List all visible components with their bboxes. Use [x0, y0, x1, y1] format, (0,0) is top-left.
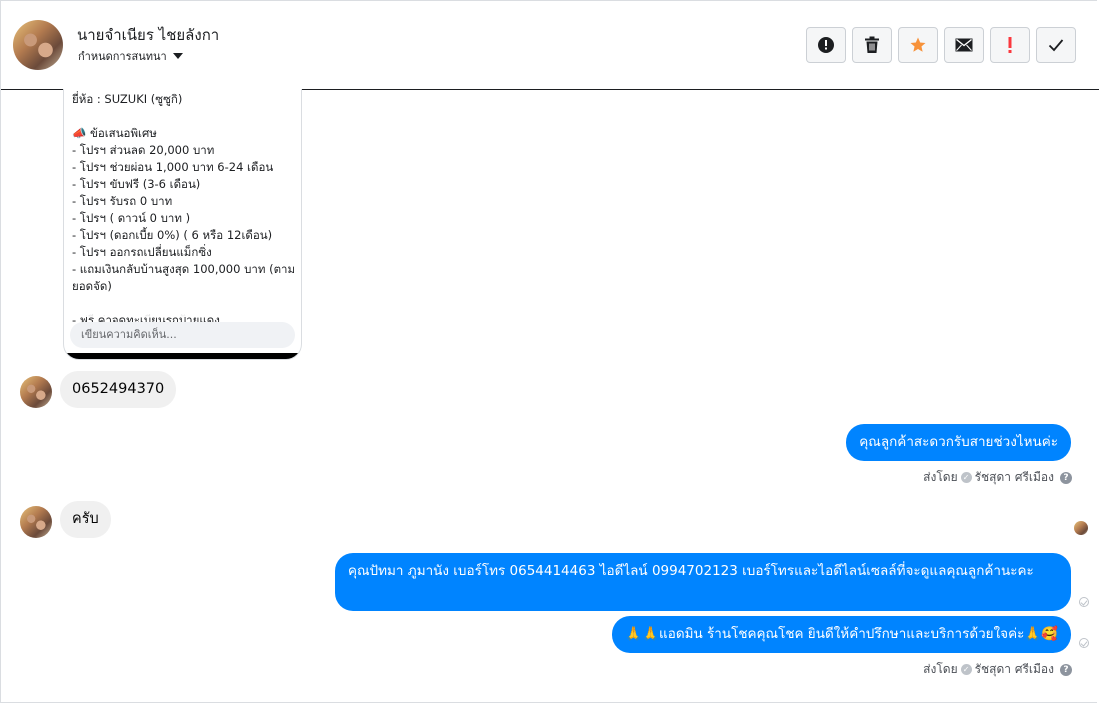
checkmark-icon	[1048, 39, 1064, 52]
conversation-settings-dropdown[interactable]: กำหนดการสนทนา	[78, 47, 183, 65]
post-line: - โปรฯ ส่วนลด 20,000 บาท	[72, 143, 215, 157]
help-icon[interactable]: ?	[1060, 471, 1072, 484]
sent-by-info: ส่งโดย ✓ รัชสุดา ศรีเมือง ?	[923, 660, 1072, 679]
trash-icon	[865, 36, 879, 53]
post-line: - โปรฯ ช่วยผ่อน 1,000 บาท 6-24 เดือน	[72, 160, 274, 174]
report-spam-button[interactable]	[806, 27, 846, 63]
outgoing-message[interactable]: คุณปัทมา ภูมานัง เบอร์โทร 0654414463 ไอด…	[335, 553, 1071, 611]
conversation-settings-label: กำหนดการสนทนา	[78, 50, 167, 63]
post-line: ยี่ห้อ : SUZUKI (ซูซูกิ)	[72, 92, 183, 106]
post-line: - โปรฯ ขับฟรี (3-6 เดือน)	[72, 177, 201, 191]
sent-by-prefix: ส่งโดย	[923, 470, 958, 484]
delivered-icon	[1079, 638, 1089, 648]
outgoing-message[interactable]: 🙏🙏แอดมิน ร้านโชคคุณโชค ยินดีให้คำปรึกษาแ…	[612, 616, 1071, 653]
agent-name[interactable]: รัชสุดา ศรีเมือง	[975, 468, 1054, 487]
delivered-icon	[1079, 597, 1089, 607]
exclamation-icon	[1008, 37, 1012, 53]
agent-name[interactable]: รัชสุดา ศรีเมือง	[975, 660, 1054, 679]
incoming-message[interactable]: ครับ	[60, 501, 111, 538]
envelope-icon	[955, 38, 973, 52]
post-line: - โปรฯ ออกรถเปลี่ยนแม็กซิ่ง	[72, 245, 212, 259]
help-icon[interactable]: ?	[1060, 663, 1072, 676]
delete-button[interactable]	[852, 27, 892, 63]
incoming-message[interactable]: 0652494370	[60, 371, 177, 408]
seen-avatar	[1074, 521, 1088, 535]
sent-by-info: ส่งโดย ✓ รัชสุดา ศรีเมือง ?	[923, 468, 1072, 487]
text-fade	[64, 303, 301, 317]
shared-post-card[interactable]: ยี่ห้อ : SUZUKI (ซูซูกิ) 📣 ข้อเสนอพิเศษ …	[63, 89, 302, 360]
post-line: - โปรฯ (ดอกเบี้ย 0%) ( 6 หรือ 12เดือน)	[72, 228, 273, 242]
mark-done-button[interactable]	[1036, 27, 1076, 63]
conversation-header: นายจำเนียร ไชยลังกา กำหนดการสนทนา	[1, 1, 1099, 90]
agent-avatar-icon: ✓	[960, 472, 972, 483]
post-line: - แถมเงินกลับบ้านสูงสุด 100,000 บาท (ตาม…	[72, 262, 296, 293]
contact-name[interactable]: นายจำเนียร ไชยลังกา	[77, 23, 219, 47]
agent-avatar-icon: ✓	[960, 664, 972, 675]
contact-avatar[interactable]	[13, 20, 63, 70]
comment-input[interactable]: เขียนความคิดเห็น...	[70, 322, 295, 348]
sent-by-prefix: ส่งโดย	[923, 662, 958, 676]
alert-circle-icon	[818, 37, 834, 53]
card-bottom-bar	[64, 353, 301, 359]
post-line: 📣 ข้อเสนอพิเศษ	[72, 126, 157, 140]
sender-avatar[interactable]	[20, 506, 52, 538]
follow-up-button[interactable]	[990, 27, 1030, 63]
outgoing-message[interactable]: คุณลูกค้าสะดวกรับสายช่วงไหนค่ะ	[846, 424, 1071, 461]
star-icon	[910, 37, 926, 52]
post-line	[72, 108, 298, 125]
caret-down-icon	[172, 53, 183, 59]
post-line: - โปรฯ รับรถ 0 บาท	[72, 194, 173, 208]
post-text: ยี่ห้อ : SUZUKI (ซูซูกิ) 📣 ข้อเสนอพิเศษ …	[72, 91, 298, 329]
post-line: - โปรฯ ( ดาวน์ 0 บาท )	[72, 211, 191, 225]
header-actions	[806, 27, 1076, 63]
mark-unread-button[interactable]	[944, 27, 984, 63]
star-button[interactable]	[898, 27, 938, 63]
sender-avatar[interactable]	[20, 376, 52, 408]
